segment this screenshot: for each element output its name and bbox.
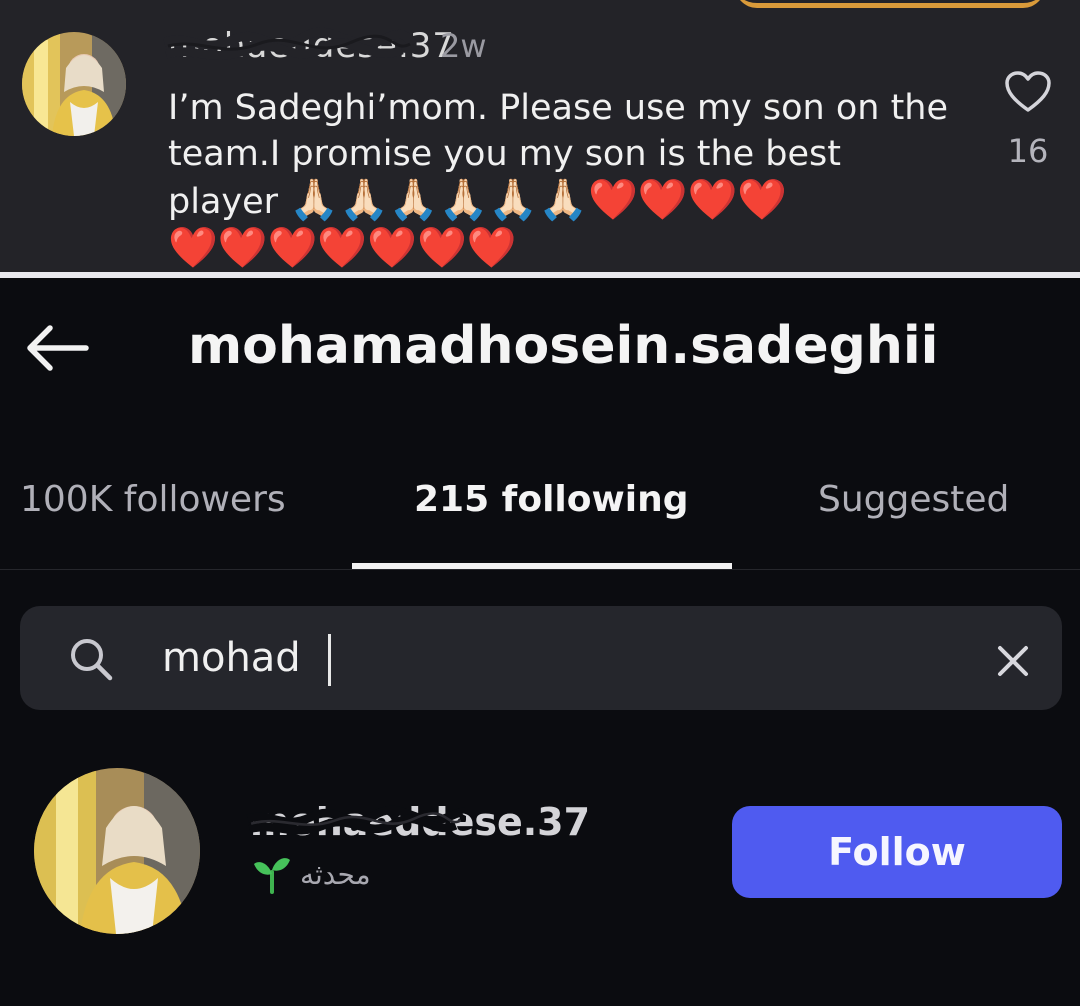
follow-button[interactable]: Follow — [732, 806, 1062, 898]
tab-divider — [0, 569, 1080, 570]
tab-followers[interactable]: 100K followers — [20, 472, 286, 528]
search-icon — [71, 639, 113, 681]
result-avatar[interactable] — [34, 768, 200, 934]
heart-outline-icon[interactable] — [1004, 70, 1052, 114]
search-bar[interactable] — [20, 606, 1062, 710]
close-icon[interactable] — [996, 644, 1030, 678]
redaction-scribble — [246, 805, 466, 835]
tab-suggested[interactable]: Suggested — [818, 472, 1009, 528]
page-title: mohamadhosein.sadeghii — [188, 316, 939, 376]
result-subtitle: محدثه — [252, 852, 371, 896]
redaction-scribble — [162, 27, 418, 61]
sprout-icon — [254, 858, 290, 894]
decorative-arc — [735, 0, 1045, 8]
comment-panel: mohaeddese.37 2w I’m Sadeghi’mom. Please… — [0, 0, 1080, 274]
result-fullname: محدثه — [300, 857, 371, 891]
comment-emojis-line-2: ❤️❤️❤️❤️❤️❤️❤️ — [168, 225, 517, 271]
result-username[interactable]: mohaeddese.37 — [246, 796, 590, 848]
like-count: 16 — [1007, 132, 1049, 170]
comment-username[interactable]: mohaeddese.37 — [162, 24, 454, 68]
comment-body: I’m Sadeghi’mom. Please use my son on th… — [168, 85, 948, 271]
comment-emojis-line-1: 🙏🏻🙏🏻🙏🏻🙏🏻🙏🏻🙏🏻❤️❤️❤️❤️ — [289, 177, 788, 223]
comment-timestamp: 2w — [440, 27, 487, 65]
comment-avatar[interactable] — [22, 32, 126, 136]
text-cursor — [328, 634, 331, 686]
arrow-left-icon[interactable] — [22, 322, 92, 374]
tab-following[interactable]: 215 following — [414, 472, 688, 528]
divider — [0, 272, 1080, 278]
search-input[interactable] — [162, 628, 942, 688]
